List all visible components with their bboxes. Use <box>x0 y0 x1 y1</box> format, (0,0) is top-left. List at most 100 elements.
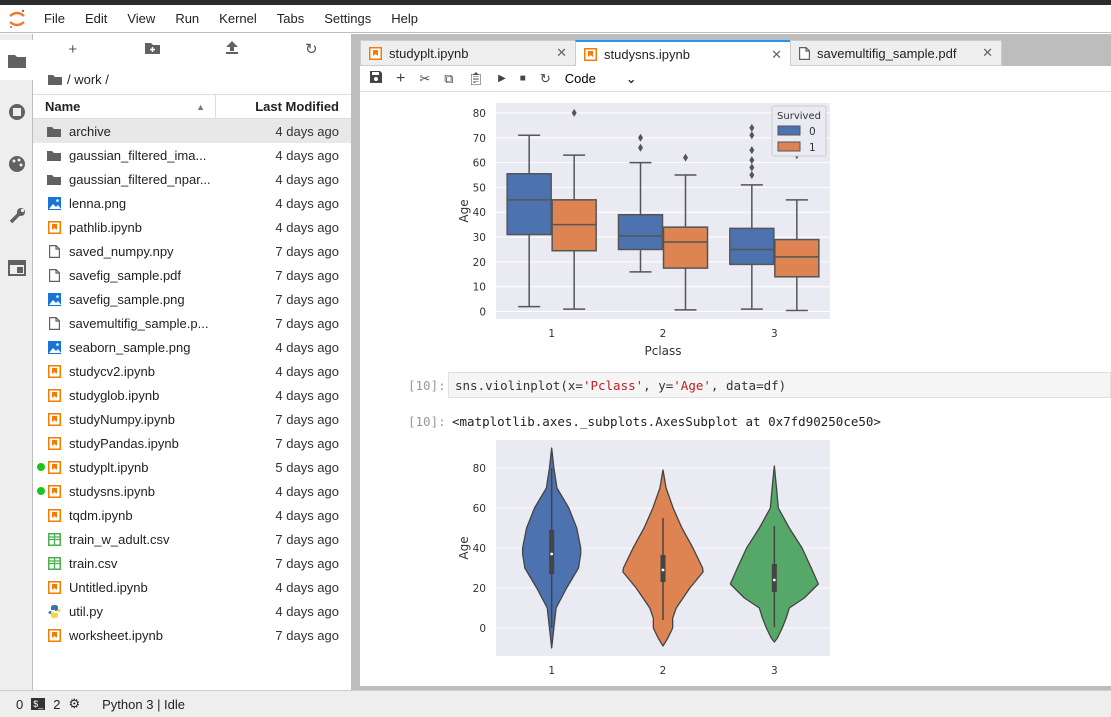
file-row[interactable]: studyNumpy.ipynb 7 days ago <box>33 407 351 431</box>
jupyter-logo-icon <box>0 9 34 29</box>
file-row[interactable]: studyplt.ipynb 5 days ago <box>33 455 351 479</box>
running-sessions-icon[interactable] <box>0 92 33 132</box>
tab-savemultifig-sample-pdf[interactable]: savemultifig_sample.pdf ✕ <box>790 40 1002 66</box>
y-tick-label: 60 <box>473 158 486 170</box>
file-name: studycv2.ipynb <box>69 363 155 379</box>
name-column-header[interactable]: Name ▲ <box>33 95 216 118</box>
kernel-status[interactable]: Python 3 | Idle <box>102 697 185 712</box>
notebook-icon <box>47 508 61 522</box>
y-tick-label: 10 <box>473 282 486 294</box>
menu-view[interactable]: View <box>117 11 165 26</box>
menu-help[interactable]: Help <box>381 11 428 26</box>
file-row[interactable]: train.csv 7 days ago <box>33 551 351 575</box>
file-row[interactable]: tqdm.ipynb 4 days ago <box>33 503 351 527</box>
cut-icon[interactable]: ✂ <box>419 71 430 87</box>
file-modified: 4 days ago <box>275 219 339 235</box>
file-row[interactable]: util.py 4 days ago <box>33 599 351 623</box>
paste-icon[interactable]: 📋︎ <box>468 71 485 87</box>
close-icon[interactable]: ✕ <box>556 45 567 61</box>
palette-icon[interactable] <box>0 144 33 184</box>
code-cell-input[interactable]: sns.violinplot(x='Pclass', y='Age', data… <box>448 372 1111 398</box>
file-row[interactable]: lenna.png 4 days ago <box>33 191 351 215</box>
file-row[interactable]: pathlib.ipynb 4 days ago <box>33 215 351 239</box>
wrench-icon[interactable] <box>0 196 33 236</box>
menu-file[interactable]: File <box>34 11 75 26</box>
file-row[interactable]: studycv2.ipynb 4 days ago <box>33 359 351 383</box>
menu-run[interactable]: Run <box>165 11 209 26</box>
x-tick-label: 3 <box>771 665 778 677</box>
file-browser-icon[interactable] <box>0 40 34 80</box>
file-row[interactable]: gaussian_filtered_ima... 4 days ago <box>33 143 351 167</box>
file-name: tqdm.ipynb <box>69 507 133 523</box>
terminal-count[interactable]: 0 <box>16 697 23 712</box>
run-icon[interactable]: ▶ <box>498 73 506 84</box>
tabs-icon[interactable] <box>0 248 33 288</box>
file-row[interactable]: worksheet.ipynb 7 days ago <box>33 623 351 647</box>
file-row[interactable]: savefig_sample.pdf 7 days ago <box>33 263 351 287</box>
x-tick-label: 2 <box>660 328 667 340</box>
kernel-chip-icon: ⚙ <box>68 696 81 711</box>
image-icon <box>47 340 61 354</box>
file-row[interactable]: savemultifig_sample.p... 7 days ago <box>33 311 351 335</box>
menu-kernel[interactable]: Kernel <box>209 11 267 26</box>
file-row[interactable]: Untitled.ipynb 4 days ago <box>33 575 351 599</box>
file-icon <box>47 244 61 258</box>
main-area: studyplt.ipynb ✕ studysns.ipynb ✕ savemultif… <box>352 34 1111 690</box>
left-activity-bar <box>0 34 34 690</box>
file-modified: 4 days ago <box>275 339 339 355</box>
y-tick-label: 0 <box>479 307 486 319</box>
file-row[interactable]: train_w_adult.csv 7 days ago <box>33 527 351 551</box>
file-name: studyNumpy.ipynb <box>69 411 175 427</box>
tab-label: studyplt.ipynb <box>389 45 469 61</box>
menu-tabs[interactable]: Tabs <box>267 11 314 26</box>
legend-label: 1 <box>809 142 816 154</box>
file-name: studysns.ipynb <box>69 483 155 499</box>
menu-edit[interactable]: Edit <box>75 11 117 26</box>
y-tick-label: 70 <box>473 133 486 145</box>
notebook-icon <box>47 580 61 594</box>
tab-studyplt-ipynb[interactable]: studyplt.ipynb ✕ <box>360 40 576 66</box>
file-row[interactable]: studyglob.ipynb 4 days ago <box>33 383 351 407</box>
breadcrumb[interactable]: / work / <box>33 64 351 94</box>
y-tick-label: 20 <box>473 583 486 595</box>
python-icon <box>47 604 61 618</box>
new-folder-button[interactable] <box>113 41 193 58</box>
restart-icon[interactable]: ↻ <box>540 71 551 87</box>
file-name: studyplt.ipynb <box>69 459 149 475</box>
menu-settings[interactable]: Settings <box>314 11 381 26</box>
file-row[interactable]: seaborn_sample.png 4 days ago <box>33 335 351 359</box>
file-modified: 4 days ago <box>275 483 339 499</box>
file-row[interactable]: saved_numpy.npy 7 days ago <box>33 239 351 263</box>
cell-type-select[interactable]: Code ⌄ <box>565 71 637 87</box>
new-launcher-button[interactable]: + <box>33 41 113 58</box>
file-row[interactable]: archive 4 days ago <box>33 119 351 143</box>
file-name: train.csv <box>69 555 118 571</box>
insert-cell-icon[interactable]: + <box>396 70 405 88</box>
file-row[interactable]: gaussian_filtered_npar... 4 days ago <box>33 167 351 191</box>
file-name: pathlib.ipynb <box>69 219 142 235</box>
kernel-count[interactable]: 2 <box>53 697 60 712</box>
notebook-icon <box>584 48 597 61</box>
box <box>729 227 775 266</box>
file-row[interactable]: studysns.ipynb 4 days ago <box>33 479 351 503</box>
x-axis-label: Pclass <box>644 344 681 358</box>
copy-icon[interactable]: ⧉ <box>444 71 453 87</box>
modified-column-header[interactable]: Last Modified <box>216 99 351 114</box>
file-modified: 7 days ago <box>275 531 339 547</box>
file-row[interactable]: studyPandas.ipynb 7 days ago <box>33 431 351 455</box>
close-icon[interactable]: ✕ <box>771 47 782 63</box>
file-name: archive <box>69 123 111 139</box>
close-icon[interactable]: ✕ <box>982 45 993 61</box>
upload-button[interactable] <box>192 40 272 58</box>
refresh-button[interactable]: ↻ <box>272 40 352 58</box>
tab-studysns-ipynb[interactable]: studysns.ipynb ✕ <box>575 40 791 67</box>
save-icon[interactable] <box>370 71 382 86</box>
output-prompt: [10]: <box>408 414 446 429</box>
y-tick-label: 30 <box>473 232 486 244</box>
stop-icon[interactable]: ■ <box>520 73 526 84</box>
file-row[interactable]: savefig_sample.png 7 days ago <box>33 287 351 311</box>
running-indicator-icon <box>37 463 45 471</box>
breadcrumb-path[interactable]: / work / <box>67 72 109 87</box>
legend-title: Survived <box>777 111 821 122</box>
file-icon <box>47 316 61 330</box>
